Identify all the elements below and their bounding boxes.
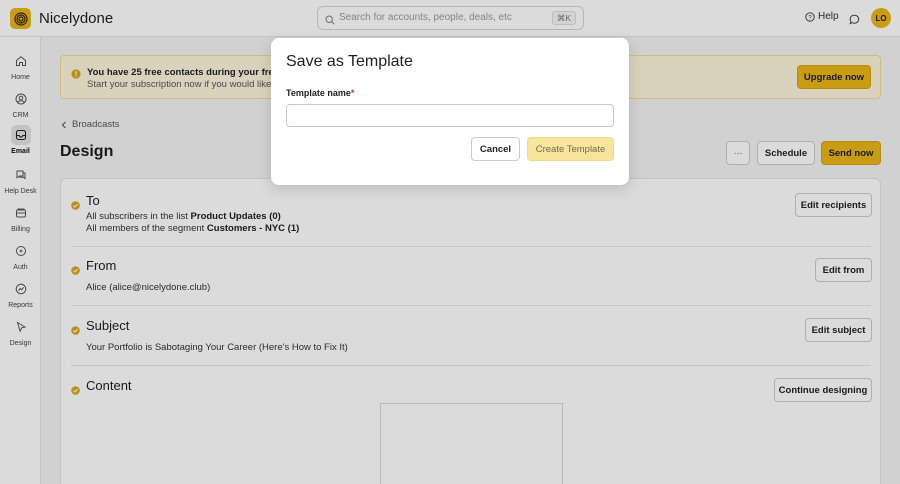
dialog-title: Save as Template: [286, 53, 413, 70]
cancel-button[interactable]: Cancel: [471, 137, 520, 161]
template-name-input[interactable]: [286, 104, 614, 127]
required-mark: *: [350, 88, 355, 98]
template-name-label: Template name*: [286, 88, 355, 98]
save-template-dialog: Save as Template Template name* Cancel C…: [271, 38, 629, 185]
create-template-button[interactable]: Create Template: [527, 137, 614, 161]
